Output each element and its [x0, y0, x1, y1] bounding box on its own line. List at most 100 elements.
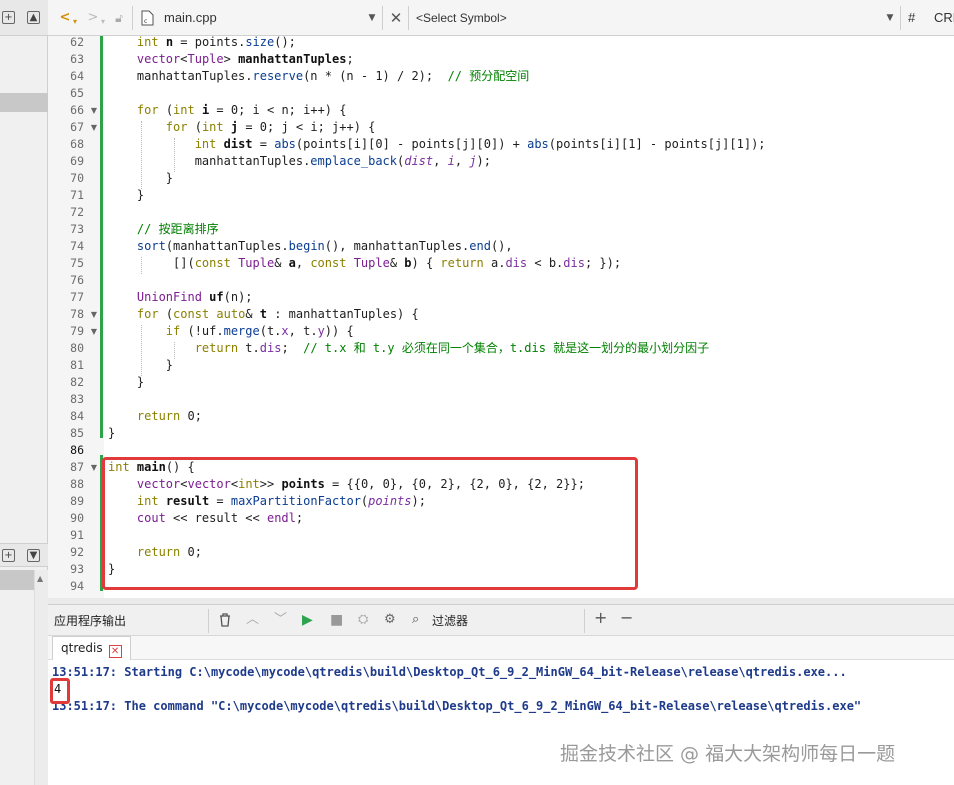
code-line[interactable]: [](const Tuple& a, const Tuple& b) { ret… — [108, 255, 621, 272]
watermark: 掘金技术社区 @ 福大大架构师每日一题 — [560, 743, 896, 765]
project-sidebar: + ▲ + ▼ ▲ — [0, 0, 48, 785]
split-icon[interactable]: + — [2, 11, 15, 24]
code-line[interactable]: manhattanTuples.emplace_back(dist, i, j)… — [108, 153, 491, 170]
output-tab-qtredis[interactable]: qtredis ✕ — [52, 636, 131, 660]
sidebar-toolbar: + ▲ — [0, 0, 48, 36]
symbol-selector[interactable]: <Select Symbol> — [416, 6, 507, 30]
line-number: 83 — [70, 392, 84, 406]
code-line[interactable]: } — [108, 425, 115, 442]
output-tab-bar: qtredis ✕ — [48, 636, 954, 660]
line-number: 86 — [70, 443, 84, 457]
code-line[interactable]: } — [108, 374, 144, 391]
line-number: 74 — [70, 239, 84, 253]
line-number: 81 — [70, 358, 84, 372]
symbol-dropdown-icon[interactable]: ▼ — [884, 6, 896, 30]
fold-toggle-icon[interactable]: ▼ — [90, 306, 98, 323]
output-tab-label: qtredis — [61, 641, 103, 655]
close-tab-icon[interactable]: ✕ — [108, 645, 122, 658]
application-output[interactable]: 13:51:17: Starting C:\mycode\mycode\qtre… — [48, 660, 954, 785]
line-number: 62 — [70, 35, 84, 49]
code-line[interactable]: return t.dis; // t.x 和 t.y 必须在同一个集合，t.di… — [108, 340, 709, 357]
split-icon-2[interactable]: + — [2, 549, 15, 562]
code-line[interactable]: } — [108, 187, 144, 204]
code-line[interactable]: for (int i = 0; i < n; i++) { — [108, 102, 347, 119]
line-number: 79 — [70, 324, 84, 338]
code-line[interactable]: } — [108, 357, 173, 374]
line-number: 90 — [70, 511, 84, 525]
line-number: 77 — [70, 290, 84, 304]
output-line-command: 13:51:17: The command "C:\mycode\mycode\… — [52, 699, 862, 713]
highlight-box-main — [102, 457, 638, 590]
remove-pane-icon[interactable]: − — [620, 610, 633, 626]
previous-icon[interactable]: ︿ — [246, 612, 259, 628]
highlight-box-result — [50, 678, 70, 704]
attach-debugger-icon[interactable]: ⛭ — [358, 612, 368, 628]
close-file-icon[interactable]: ✕ — [386, 6, 406, 30]
line-number: 69 — [70, 154, 84, 168]
run-icon[interactable]: ▶ — [302, 612, 313, 628]
collapse-up-icon[interactable]: ▲ — [27, 11, 40, 24]
ide-window: + ▲ + ▼ ▲ < ▾ > ▾ 🔓︎ c main.cpp ▼ ✕ <Sel… — [0, 0, 954, 785]
line-ending-label[interactable]: CRL — [934, 6, 954, 30]
line-number: 89 — [70, 494, 84, 508]
line-number: 64 — [70, 69, 84, 83]
lock-icon[interactable]: 🔓︎ — [110, 6, 128, 30]
sidebar-selected-item-2[interactable] — [0, 570, 34, 590]
line-number: 84 — [70, 409, 84, 423]
code-line[interactable]: return 0; — [108, 408, 202, 425]
filter-input[interactable]: 过滤器 — [432, 613, 468, 629]
code-line[interactable]: sort(manhattanTuples.begin(), manhattanT… — [108, 238, 513, 255]
line-number: 80 — [70, 341, 84, 355]
scroll-up-icon[interactable]: ▲ — [37, 574, 43, 583]
line-number: 73 — [70, 222, 84, 236]
code-line[interactable]: } — [108, 170, 173, 187]
forward-dropdown-icon[interactable]: ▾ — [98, 10, 108, 34]
back-dropdown-icon[interactable]: ▾ — [70, 10, 80, 34]
output-pane-title: 应用程序输出 — [54, 614, 127, 628]
code-line[interactable]: UnionFind uf(n); — [108, 289, 253, 306]
editor-toolbar: < ▾ > ▾ 🔓︎ c main.cpp ▼ ✕ <Select Symbol… — [48, 0, 954, 36]
code-line[interactable]: int n = points.size(); — [108, 34, 296, 51]
line-number: 91 — [70, 528, 84, 542]
code-line[interactable]: int dist = abs(points[i][0] - points[j][… — [108, 136, 766, 153]
line-number: 71 — [70, 188, 84, 202]
line-number: 76 — [70, 273, 84, 287]
sidebar-selected-item[interactable] — [0, 93, 48, 112]
line-number: 66 — [70, 103, 84, 117]
add-pane-icon[interactable]: + — [594, 610, 607, 626]
fold-toggle-icon[interactable]: ▼ — [90, 102, 98, 119]
line-number: 70 — [70, 171, 84, 185]
code-line[interactable]: manhattanTuples.reserve(n * (n - 1) / 2)… — [108, 68, 529, 85]
line-number: 63 — [70, 52, 84, 66]
output-pane-toolbar: 应用程序输出 ︿ ﹀ ▶ ■ ⛭ ⚙ ⌕ 过滤器 + − — [48, 604, 954, 636]
fold-toggle-icon[interactable]: ▼ — [90, 459, 98, 476]
code-line[interactable]: for (const auto& t : manhattanTuples) { — [108, 306, 419, 323]
file-name[interactable]: main.cpp — [164, 6, 217, 30]
code-line[interactable]: if (!uf.merge(t.x, t.y)) { — [108, 323, 354, 340]
modified-marker — [100, 36, 103, 438]
line-number: 93 — [70, 562, 84, 576]
fold-toggle-icon[interactable]: ▼ — [90, 323, 98, 340]
sidebar-lower-toolbar: + ▼ — [0, 543, 48, 567]
collapse-down-icon[interactable]: ▼ — [27, 549, 40, 562]
stop-icon[interactable]: ■ — [330, 612, 343, 628]
line-number: 65 — [70, 86, 84, 100]
sidebar-scrollbar[interactable]: ▲ — [34, 570, 48, 785]
code-line[interactable]: // 按距离排序 — [108, 221, 219, 238]
line-number: 87 — [70, 460, 84, 474]
line-number: 92 — [70, 545, 84, 559]
line-number: 85 — [70, 426, 84, 440]
line-number: 78 — [70, 307, 84, 321]
settings-gear-icon[interactable]: ⚙ — [384, 612, 396, 628]
file-dropdown-icon[interactable]: ▼ — [366, 6, 378, 30]
cpp-file-icon: c — [138, 6, 156, 30]
code-line[interactable]: vector<Tuple> manhattanTuples; — [108, 51, 354, 68]
fold-toggle-icon[interactable]: ▼ — [90, 119, 98, 136]
filter-search-icon: ⌕ — [412, 612, 420, 627]
encoding-hash[interactable]: # — [908, 6, 915, 30]
code-line[interactable]: for (int j = 0; j < i; j++) { — [108, 119, 376, 136]
line-number: 67 — [70, 120, 84, 134]
trash-icon[interactable] — [218, 612, 232, 632]
next-icon[interactable]: ﹀ — [274, 612, 287, 628]
line-number: 88 — [70, 477, 84, 491]
